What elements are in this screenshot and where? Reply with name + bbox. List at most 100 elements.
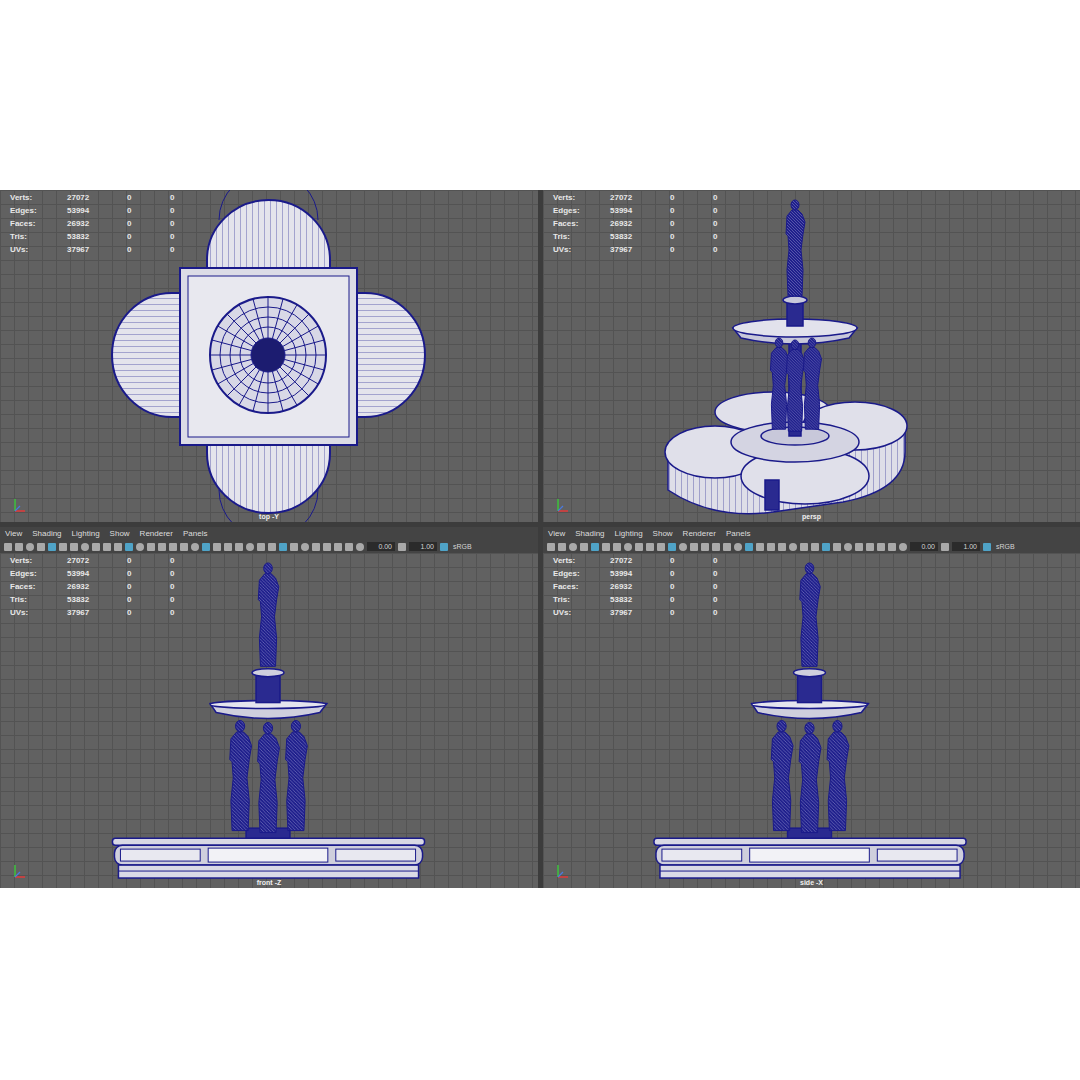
tool-icon[interactable] <box>158 543 166 551</box>
menu-item[interactable]: View <box>5 529 22 538</box>
tool-icon[interactable] <box>125 543 133 551</box>
tool-icon[interactable] <box>800 543 808 551</box>
tool-icon[interactable] <box>26 543 34 551</box>
menu-item[interactable]: Show <box>653 529 673 538</box>
tool-icon[interactable] <box>290 543 298 551</box>
tool-icon[interactable] <box>569 543 577 551</box>
axis-gizmo-icon <box>555 496 571 514</box>
tool-icon[interactable] <box>103 543 111 551</box>
tool-icon[interactable] <box>767 543 775 551</box>
tool-icon[interactable] <box>235 543 243 551</box>
exposure-icon[interactable] <box>356 543 364 551</box>
tool-icon[interactable] <box>191 543 199 551</box>
tool-icon[interactable] <box>888 543 896 551</box>
tool-icon[interactable] <box>114 543 122 551</box>
tool-icon[interactable] <box>136 543 144 551</box>
menu-item[interactable]: View <box>548 529 565 538</box>
hud-row: Faces:2693200 <box>10 217 213 230</box>
menu-item[interactable]: Renderer <box>140 529 173 538</box>
tool-icon[interactable] <box>844 543 852 551</box>
menu-item[interactable]: Shading <box>32 529 61 538</box>
gamma-icon[interactable] <box>941 543 949 551</box>
axis-gizmo-icon <box>555 862 571 880</box>
colorspace-field[interactable]: sRGB <box>451 542 474 551</box>
tool-icon[interactable] <box>334 543 342 551</box>
tool-icon[interactable] <box>624 543 632 551</box>
tool-icon[interactable] <box>70 543 78 551</box>
tool-icon[interactable] <box>323 543 331 551</box>
tool-icon[interactable] <box>723 543 731 551</box>
tool-icon[interactable] <box>602 543 610 551</box>
colorspace-field[interactable]: sRGB <box>994 542 1017 551</box>
menu-item[interactable]: Lighting <box>72 529 100 538</box>
camera-label: persp <box>543 513 1080 520</box>
menu-item[interactable]: Panels <box>726 529 750 538</box>
tool-icon[interactable] <box>279 543 287 551</box>
tool-icon[interactable] <box>547 543 555 551</box>
tool-icon[interactable] <box>789 543 797 551</box>
tool-icon[interactable] <box>15 543 23 551</box>
tool-icon[interactable] <box>877 543 885 551</box>
color-management-icon[interactable] <box>983 543 991 551</box>
tool-icon[interactable] <box>646 543 654 551</box>
viewport-canvas[interactable]: Verts:2707200Edges:5399400Faces:2693200T… <box>543 553 1080 888</box>
tool-icon[interactable] <box>580 543 588 551</box>
tool-icon[interactable] <box>169 543 177 551</box>
tool-icon[interactable] <box>81 543 89 551</box>
tool-icon[interactable] <box>268 543 276 551</box>
tool-icon[interactable] <box>855 543 863 551</box>
tool-icon[interactable] <box>345 543 353 551</box>
viewport-canvas[interactable]: Verts:2707200Edges:5399400Faces:2693200T… <box>0 190 538 522</box>
tool-icon[interactable] <box>690 543 698 551</box>
tool-icon[interactable] <box>59 543 67 551</box>
tool-icon[interactable] <box>635 543 643 551</box>
exposure-field[interactable]: 0.00 <box>910 542 938 551</box>
tool-icon[interactable] <box>558 543 566 551</box>
tool-icon[interactable] <box>811 543 819 551</box>
tool-icon[interactable] <box>37 543 45 551</box>
tool-icon[interactable] <box>866 543 874 551</box>
tool-icon[interactable] <box>4 543 12 551</box>
menu-item[interactable]: Shading <box>575 529 604 538</box>
tool-icon[interactable] <box>613 543 621 551</box>
tool-icon[interactable] <box>778 543 786 551</box>
exposure-field[interactable]: 0.00 <box>367 542 395 551</box>
tool-icon[interactable] <box>301 543 309 551</box>
menu-item[interactable]: Lighting <box>615 529 643 538</box>
color-management-icon[interactable] <box>440 543 448 551</box>
tool-icon[interactable] <box>202 543 210 551</box>
tool-icon[interactable] <box>213 543 221 551</box>
tool-icon[interactable] <box>756 543 764 551</box>
gamma-field[interactable]: 1.00 <box>409 542 437 551</box>
tool-icon[interactable] <box>48 543 56 551</box>
tool-icon[interactable] <box>246 543 254 551</box>
tool-icon[interactable] <box>312 543 320 551</box>
tool-icon[interactable] <box>224 543 232 551</box>
menu-item[interactable]: Show <box>110 529 130 538</box>
hud-row: UVs:3796700 <box>10 243 213 256</box>
exposure-icon[interactable] <box>899 543 907 551</box>
menu-item[interactable]: Panels <box>183 529 207 538</box>
viewport-canvas[interactable]: Verts:2707200Edges:5399400Faces:2693200T… <box>543 190 1080 522</box>
tool-icon[interactable] <box>668 543 676 551</box>
tool-icon[interactable] <box>679 543 687 551</box>
menu-item[interactable]: Renderer <box>683 529 716 538</box>
tool-icon[interactable] <box>657 543 665 551</box>
tool-icon[interactable] <box>822 543 830 551</box>
tool-icon[interactable] <box>701 543 709 551</box>
tool-icon[interactable] <box>591 543 599 551</box>
tool-icon[interactable] <box>712 543 720 551</box>
tool-icon[interactable] <box>257 543 265 551</box>
tool-icon[interactable] <box>147 543 155 551</box>
statue-figure <box>771 721 793 831</box>
tool-icon[interactable] <box>92 543 100 551</box>
statue-figure <box>800 563 820 666</box>
gamma-field[interactable]: 1.00 <box>952 542 980 551</box>
tool-icon[interactable] <box>180 543 188 551</box>
tool-icon[interactable] <box>745 543 753 551</box>
gamma-icon[interactable] <box>398 543 406 551</box>
tool-icon[interactable] <box>734 543 742 551</box>
tool-icon[interactable] <box>833 543 841 551</box>
viewport-canvas[interactable]: Verts:2707200Edges:5399400Faces:2693200T… <box>0 553 538 888</box>
panel-menu-bar: View Shading Lighting Show Renderer Panels <box>543 527 1080 540</box>
